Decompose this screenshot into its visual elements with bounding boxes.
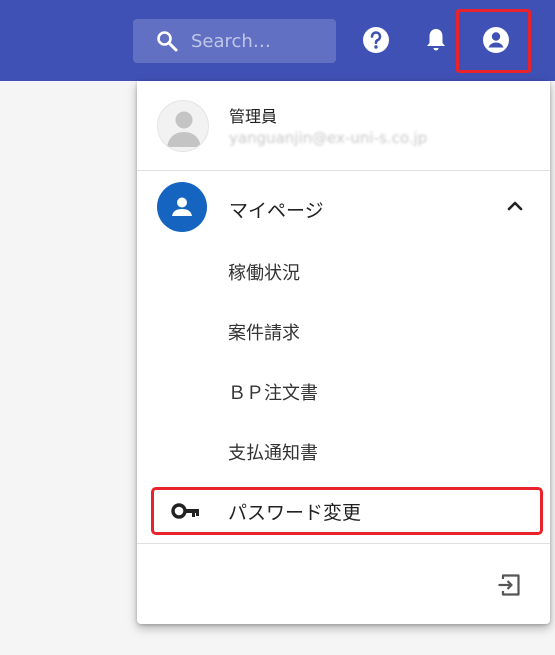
exit-to-app-icon: [498, 574, 520, 596]
help-button[interactable]: [358, 22, 394, 58]
notifications-button[interactable]: [418, 22, 454, 58]
bell-icon: [427, 29, 445, 51]
help-icon: [363, 27, 389, 53]
divider: [137, 543, 550, 544]
avatar: [157, 100, 209, 152]
menu-item-payment-notice[interactable]: 支払通知書: [137, 422, 550, 482]
mypage-label: マイページ: [229, 200, 324, 222]
mypage-toggle[interactable]: マイページ: [137, 172, 550, 242]
menu-item-label: 稼働状況: [228, 263, 300, 284]
key-icon: [171, 503, 199, 519]
menu-item-label: 支払通知書: [228, 443, 318, 464]
logout-button[interactable]: [495, 571, 523, 599]
account-menu: 管理員 yanguanjin@ex-uni-s.co.jp マイページ 稼働状況…: [137, 81, 550, 624]
user-header: 管理員 yanguanjin@ex-uni-s.co.jp: [137, 81, 550, 171]
menu-item-bp-order[interactable]: ＢＰ注文書: [137, 362, 550, 422]
account-button-highlight: [456, 9, 531, 73]
mypage-avatar: [157, 182, 207, 232]
search-box[interactable]: [133, 19, 336, 63]
search-icon: [157, 31, 178, 52]
person-icon: [172, 197, 192, 216]
menu-item-work-status[interactable]: 稼働状況: [137, 242, 550, 302]
search-input[interactable]: [191, 30, 331, 52]
change-password-label: パスワード変更: [228, 502, 362, 524]
menu-item-label: 案件請求: [228, 323, 300, 344]
menu-item-project-billing[interactable]: 案件請求: [137, 302, 550, 362]
change-password-item[interactable]: パスワード変更: [151, 487, 543, 535]
user-email: yanguanjin@ex-uni-s.co.jp: [229, 129, 428, 147]
top-app-bar: [0, 0, 555, 81]
person-placeholder-icon: [167, 111, 201, 147]
chevron-up-icon: [507, 201, 523, 211]
menu-item-label: ＢＰ注文書: [228, 383, 318, 404]
user-name: 管理員: [229, 107, 278, 126]
